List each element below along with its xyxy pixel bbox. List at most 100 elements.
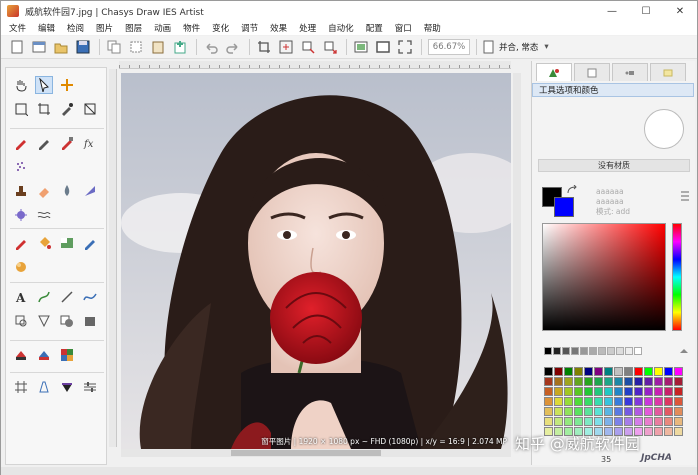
palette-swatch[interactable] [634,407,643,416]
scrollbar-thumb[interactable] [231,450,381,456]
palette-swatch[interactable] [574,377,583,386]
pen-nib-icon[interactable] [58,378,76,396]
palette-swatch[interactable] [624,367,633,376]
palette-swatch[interactable] [644,377,653,386]
palette-swatch[interactable] [674,427,683,436]
cut-icon[interactable] [128,39,144,55]
palette-swatch[interactable] [604,397,613,406]
swatch[interactable] [580,347,588,355]
menu-layer[interactable]: 图层 [125,22,142,34]
palette-swatch[interactable] [644,387,653,396]
palette-swatch[interactable] [634,367,643,376]
object-tool-icon[interactable] [58,312,76,330]
swap-colors-icon[interactable] [566,185,578,195]
hand-tool-icon[interactable] [12,76,30,94]
palette-swatch[interactable] [544,377,553,386]
tab-history[interactable] [650,63,686,81]
pointer-tool-icon[interactable] [35,76,53,94]
menu-help[interactable]: 帮助 [424,22,441,34]
maximize-button[interactable]: ☐ [629,1,663,21]
path-tool-icon[interactable] [35,288,53,306]
palette-swatch[interactable] [654,407,663,416]
palette-menu-icon[interactable] [678,345,690,357]
palette-swatch[interactable] [604,417,613,426]
palette-swatch[interactable] [674,407,683,416]
palette-swatch[interactable] [564,397,573,406]
menu-review[interactable]: 检阅 [67,22,84,34]
palette-swatch[interactable] [574,407,583,416]
palette-swatch[interactable] [574,417,583,426]
perspective-tool-icon[interactable] [35,378,53,396]
palette-swatch[interactable] [544,387,553,396]
zoom-level-field[interactable]: 66.67% [428,39,470,55]
palette-swatch[interactable] [644,427,653,436]
view-image-icon[interactable] [353,39,369,55]
tab-frames[interactable] [612,63,648,81]
color-palette-icon[interactable] [58,346,76,364]
eyedropper-icon[interactable] [58,100,76,118]
palette-swatch[interactable] [614,407,623,416]
palette-swatch[interactable] [564,417,573,426]
color-gradient-picker[interactable] [542,223,666,331]
palette-swatch[interactable] [644,367,653,376]
palette-swatch[interactable] [654,367,663,376]
palette-swatch[interactable] [654,417,663,426]
horizontal-scrollbar[interactable] [121,449,511,457]
swatch[interactable] [634,347,642,355]
palette-swatch[interactable] [674,367,683,376]
levels-tool-icon[interactable] [81,378,99,396]
menu-object[interactable]: 物件 [183,22,200,34]
marker-icon[interactable] [58,134,76,152]
minimize-button[interactable]: — [595,1,629,21]
palette-swatch[interactable] [544,367,553,376]
palette-swatch[interactable] [614,377,623,386]
palette-swatch[interactable] [574,367,583,376]
palette-swatch[interactable] [624,377,633,386]
hue-slider[interactable] [672,223,682,331]
palette-swatch[interactable] [584,367,593,376]
palette-swatch[interactable] [624,387,633,396]
palette-swatch[interactable] [604,367,613,376]
fullscreen-icon[interactable] [397,39,413,55]
pencil-icon[interactable] [12,134,30,152]
crop-tool-icon[interactable] [12,100,30,118]
spray-icon[interactable] [12,158,30,176]
palette-swatch[interactable] [594,367,603,376]
new-file-icon[interactable] [9,39,25,55]
smudge-icon[interactable] [58,182,76,200]
palette-swatch[interactable] [624,417,633,426]
crop-icon[interactable] [256,39,272,55]
palette-swatch[interactable] [564,377,573,386]
view-frame-icon[interactable] [375,39,391,55]
palette-swatch[interactable] [544,407,553,416]
eraser-icon[interactable] [35,182,53,200]
bucket-fill-icon[interactable] [35,234,53,252]
palette-swatch[interactable] [594,407,603,416]
palette-swatch[interactable] [664,407,673,416]
palette-swatch[interactable] [554,397,563,406]
palette-swatch[interactable] [584,377,593,386]
swatch[interactable] [625,347,633,355]
menu-edit[interactable]: 编辑 [38,22,55,34]
swatch[interactable] [571,347,579,355]
palette-swatch[interactable] [614,397,623,406]
palette-swatch[interactable] [654,427,663,436]
swatch[interactable] [598,347,606,355]
fx-brush-icon[interactable]: fx [81,134,99,152]
paste-new-icon[interactable] [172,39,188,55]
swatch[interactable] [607,347,615,355]
swatch[interactable] [562,347,570,355]
stamp-icon[interactable] [12,182,30,200]
palette-swatch[interactable] [634,377,643,386]
palette-swatch[interactable] [574,387,583,396]
tab-tool-options[interactable] [536,63,572,81]
palette-swatch[interactable] [654,377,663,386]
palette-swatch[interactable] [554,407,563,416]
palette-swatch[interactable] [674,377,683,386]
brush-icon[interactable] [12,234,30,252]
rotate-tool-icon[interactable] [81,100,99,118]
palette-swatch[interactable] [594,397,603,406]
palette-swatch[interactable] [664,377,673,386]
pen-icon[interactable] [35,134,53,152]
swatch[interactable] [553,347,561,355]
